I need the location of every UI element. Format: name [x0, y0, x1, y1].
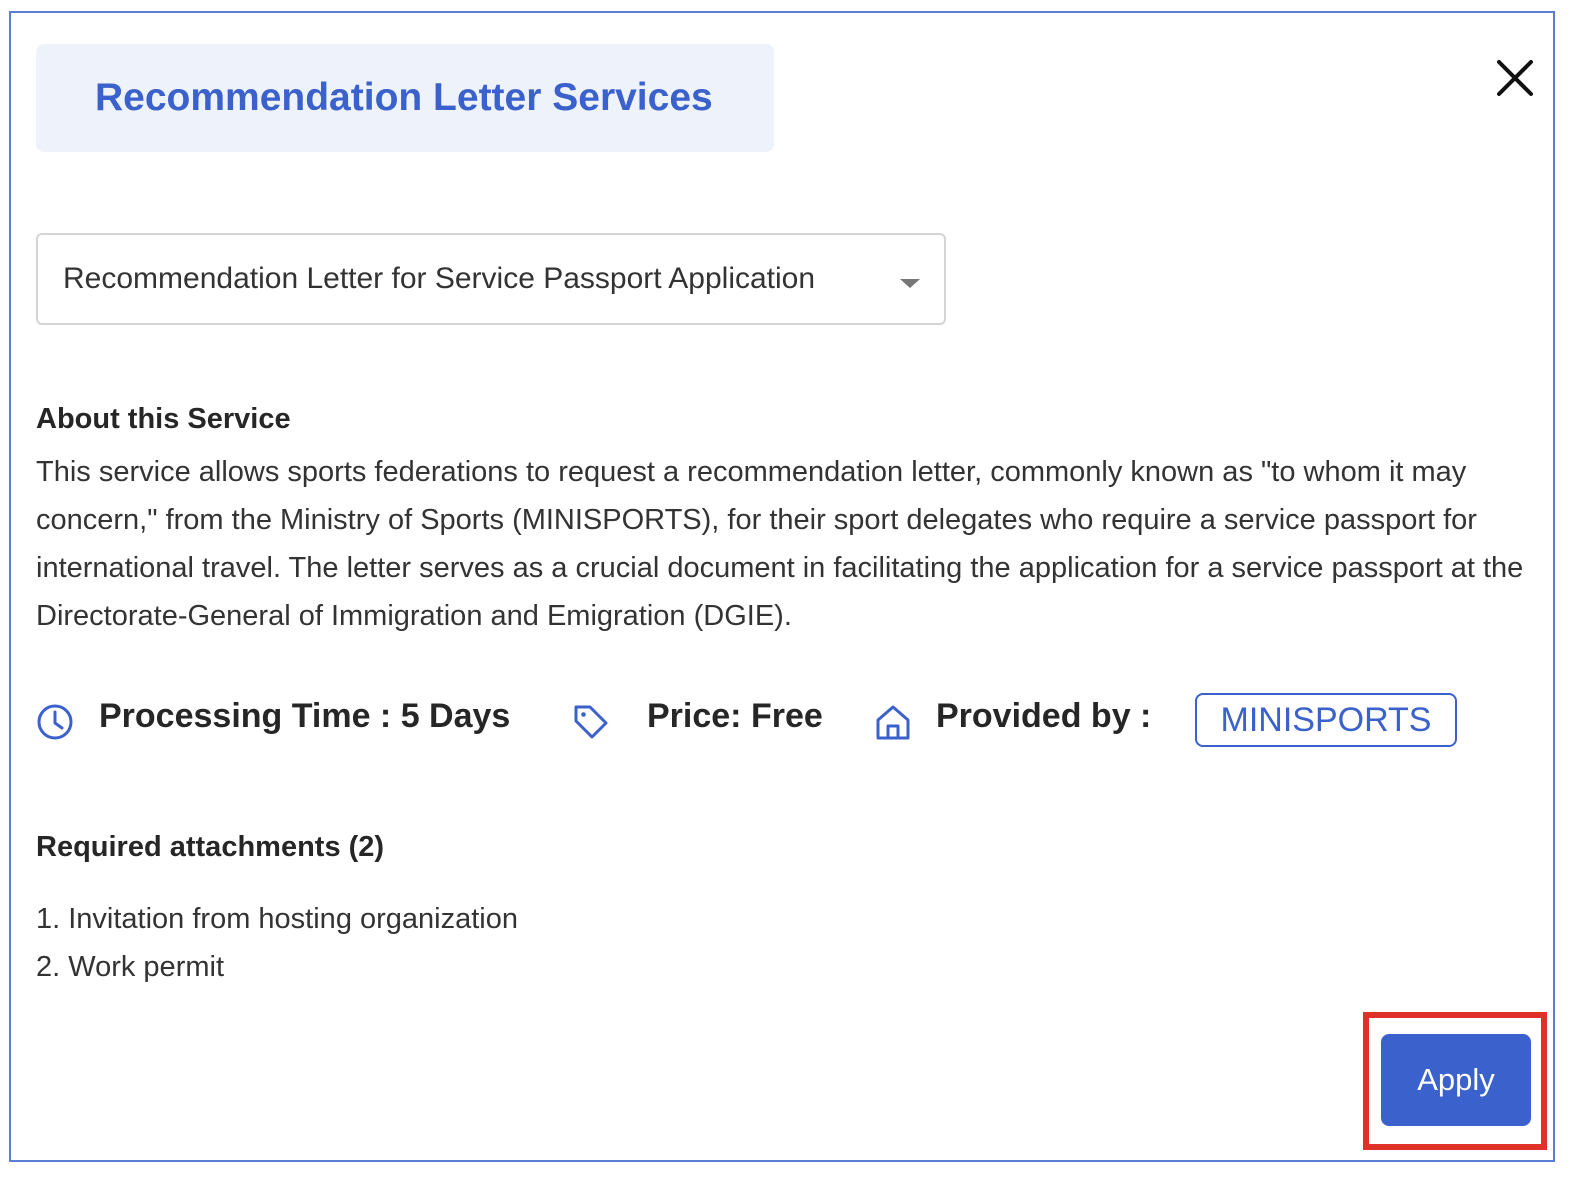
- attachments-heading: Required attachments (2): [36, 831, 385, 863]
- caret-down-icon: [900, 279, 920, 288]
- attachment-item: 1. Invitation from hosting organization: [36, 903, 518, 935]
- service-info-row: Processing Time : 5 Days Price: Free Pro…: [36, 693, 1516, 747]
- about-heading: About this Service: [36, 403, 291, 435]
- attachments-list: 1. Invitation from hosting organization …: [36, 895, 518, 991]
- price: Price: Free: [647, 697, 823, 735]
- service-select-value: Recommendation Letter for Service Passpo…: [63, 262, 816, 295]
- attachment-item: 2. Work permit: [36, 951, 225, 983]
- service-modal: Recommendation Letter Services Recommend…: [9, 11, 1555, 1162]
- provider-tag[interactable]: MINISPORTS: [1195, 693, 1457, 747]
- service-select[interactable]: Recommendation Letter for Service Passpo…: [36, 233, 946, 325]
- home-icon: [876, 705, 910, 740]
- apply-button[interactable]: Apply: [1381, 1034, 1531, 1126]
- clock-icon: [37, 704, 73, 740]
- processing-time: Processing Time : 5 Days: [99, 697, 511, 735]
- provided-by-label: Provided by :: [936, 697, 1152, 735]
- modal-title: Recommendation Letter Services: [95, 76, 713, 119]
- tag-icon: [574, 705, 608, 739]
- modal-title-box: Recommendation Letter Services: [36, 44, 774, 152]
- close-icon: [1497, 60, 1533, 96]
- about-description: This service allows sports federations t…: [36, 456, 1524, 632]
- close-button[interactable]: [1495, 58, 1535, 98]
